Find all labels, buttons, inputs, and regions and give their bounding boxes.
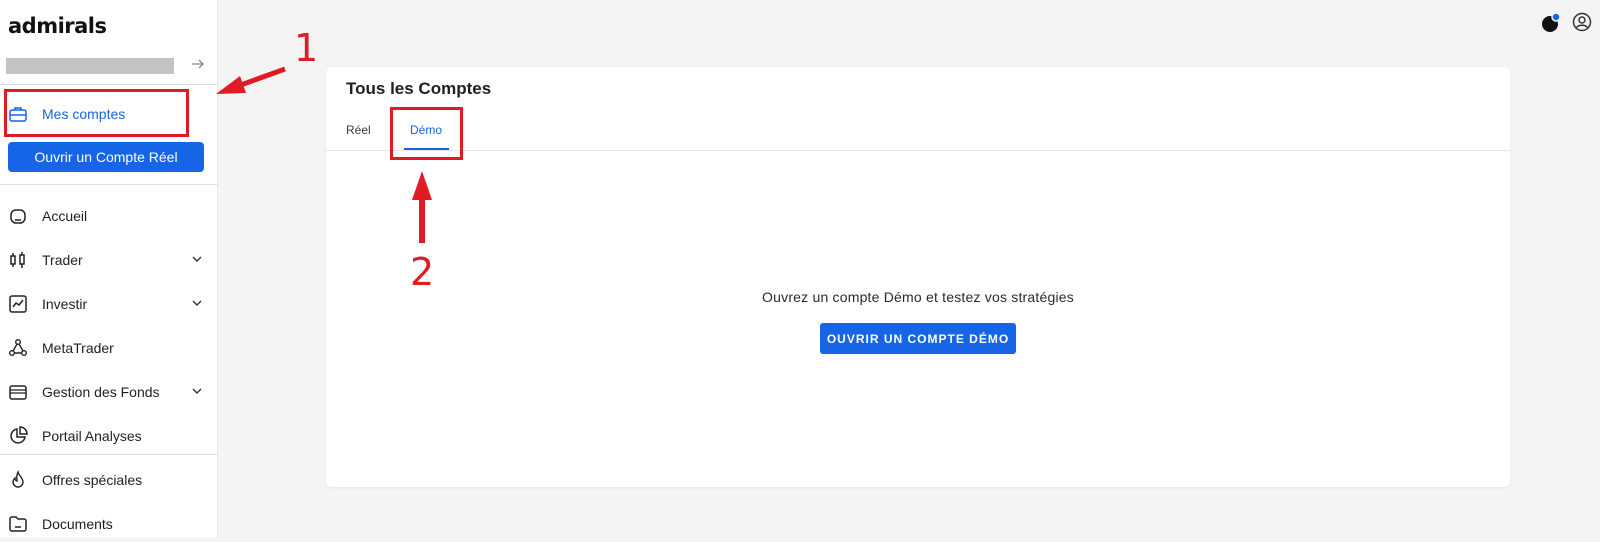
- sidebar-item-label: Documents: [42, 516, 113, 532]
- sidebar: admirals Mes comptes Ouvrir un Compte Ré…: [0, 0, 218, 538]
- open-real-account-button[interactable]: Ouvrir un Compte Réel: [8, 142, 204, 172]
- sidebar-item-label: MetaTrader: [42, 340, 114, 356]
- sidebar-divider: [0, 454, 218, 455]
- chevron-down-icon[interactable]: [190, 384, 204, 398]
- card-divider: [326, 150, 1510, 151]
- sidebar-item-label: Offres spéciales: [42, 472, 143, 488]
- annotation-number-2: 2: [410, 250, 435, 294]
- sidebar-item-label: Trader: [42, 252, 83, 268]
- sidebar-item-special-offers[interactable]: Offres spéciales: [0, 462, 218, 498]
- home-icon: [8, 206, 28, 226]
- sidebar-item-documents[interactable]: Documents: [0, 506, 218, 542]
- empty-state-message: Ouvrez un compte Démo et testez vos stra…: [762, 289, 1074, 305]
- tab-real[interactable]: Réel: [346, 123, 371, 137]
- annotation-arrow-1: [237, 66, 286, 89]
- annotation-box-1: [4, 89, 189, 137]
- sidebar-item-label: Investir: [42, 296, 88, 312]
- sidebar-item-analysis-portal[interactable]: Portail Analyses: [0, 418, 218, 454]
- sidebar-divider: [0, 184, 218, 185]
- chevron-down-icon[interactable]: [190, 252, 204, 266]
- open-demo-account-button[interactable]: OUVRIR UN COMPTE DÉMO: [820, 323, 1016, 354]
- pie-chart-icon: [8, 426, 28, 446]
- user-profile-icon[interactable]: [1572, 12, 1592, 32]
- wallet-icon: [8, 382, 28, 402]
- sidebar-item-label: Gestion des Fonds: [42, 384, 160, 400]
- chart-line-icon: [8, 294, 28, 314]
- sidebar-item-trader[interactable]: Trader: [0, 242, 218, 278]
- sidebar-item-invest[interactable]: Investir: [0, 286, 218, 322]
- sidebar-item-funds[interactable]: Gestion des Fonds: [0, 374, 218, 410]
- sidebar-item-home[interactable]: Accueil: [0, 198, 218, 234]
- sidebar-item-label: Accueil: [42, 208, 88, 224]
- annotation-number-1: 1: [294, 26, 319, 70]
- sidebar-item-label: Portail Analyses: [42, 428, 142, 444]
- sidebar-item-metatrader[interactable]: MetaTrader: [0, 330, 218, 366]
- network-icon: [8, 338, 28, 358]
- sidebar-divider: [0, 84, 218, 85]
- account-name-placeholder: [6, 58, 174, 74]
- candlestick-icon: [8, 250, 28, 270]
- page-title: Tous les Comptes: [346, 79, 492, 98]
- folder-icon: [8, 514, 28, 534]
- admirals-logo[interactable]: admirals: [8, 14, 107, 38]
- theme-toggle-icon[interactable]: [1540, 12, 1562, 34]
- annotation-box-2: [390, 107, 463, 160]
- chevron-down-icon[interactable]: [190, 296, 204, 310]
- accounts-card: Tous les Comptes Réel Démo Ouvrez un com…: [326, 67, 1510, 487]
- flame-icon: [8, 470, 28, 490]
- arrow-right-icon[interactable]: [190, 56, 206, 72]
- annotation-arrowhead-1: [216, 76, 246, 94]
